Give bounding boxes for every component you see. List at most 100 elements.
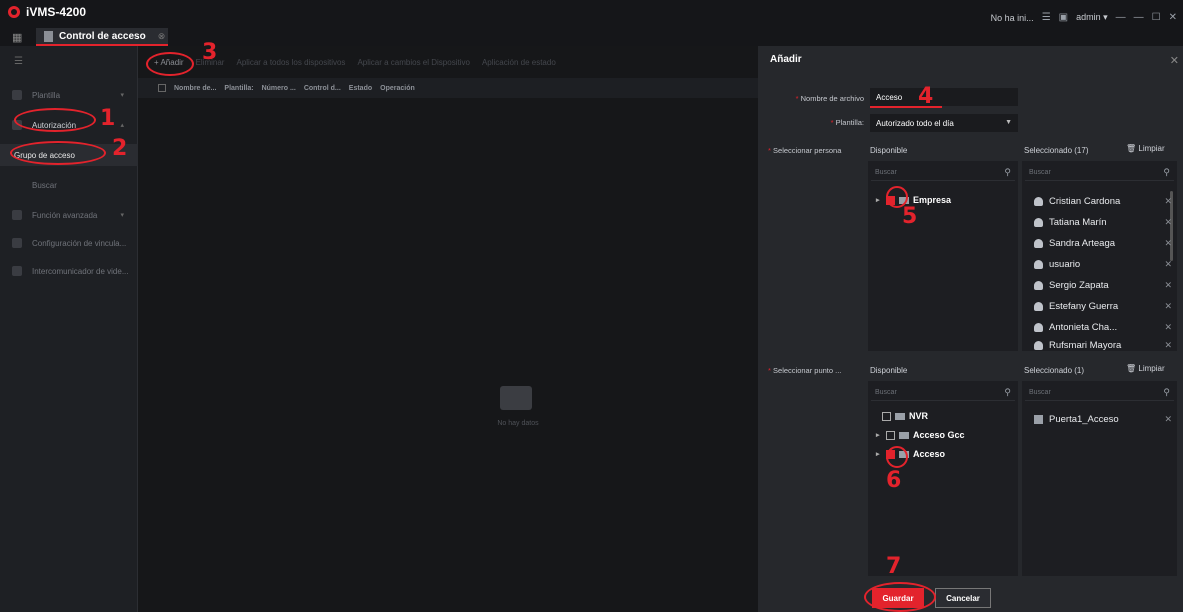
annotation-circle xyxy=(886,446,908,468)
annotation-circle xyxy=(864,582,936,612)
person-icon xyxy=(1034,238,1043,248)
sidebar-item-configuracion[interactable]: Configuración de vincula... xyxy=(0,232,138,254)
tab-close-icon[interactable]: ⊗ xyxy=(158,31,166,42)
annotation-circle xyxy=(10,141,106,165)
chevron-down-icon: ▾ xyxy=(120,92,124,99)
file-name-label: * Nombre de archivo xyxy=(795,94,864,103)
remove-icon[interactable]: ✕ xyxy=(1164,280,1172,291)
template-label: * Plantilla: xyxy=(830,118,864,127)
tab-control-de-acceso[interactable]: Control de acceso ⊗ xyxy=(36,28,168,46)
grid-home-icon[interactable]: ▦ xyxy=(12,31,22,44)
list-item: Rufsmari Mayora ✕ xyxy=(1034,338,1172,352)
remove-icon[interactable]: ✕ xyxy=(1164,259,1172,270)
column-header[interactable]: Control d... xyxy=(304,85,341,92)
column-header[interactable]: Estado xyxy=(349,85,372,92)
remove-icon[interactable]: ✕ xyxy=(1164,322,1172,333)
maximize-icon[interactable]: ☐ xyxy=(1152,12,1161,23)
cloud-notice[interactable]: No ha ini... xyxy=(991,13,1034,23)
close-icon[interactable]: ✕ xyxy=(1170,54,1179,67)
trash-icon: 🗑 xyxy=(1126,144,1137,153)
search-input[interactable]: Buscar ⚲ xyxy=(871,165,1015,181)
tab-bar: ▦ Control de acceso ⊗ xyxy=(0,28,1183,46)
tree-node-nvr[interactable]: NVR xyxy=(882,411,928,421)
window-controls: No ha ini... ☰ ▣ admin ▾ — — ☐ ✕ xyxy=(991,12,1177,23)
checkbox[interactable] xyxy=(886,430,895,440)
table-header: Nombre de... Plantilla: Número ... Contr… xyxy=(138,78,758,98)
apply-all-button[interactable]: Aplicar a todos los dispositivos xyxy=(236,58,345,67)
list-item: Cristian Cardona ✕ xyxy=(1034,191,1172,211)
remove-icon[interactable]: ✕ xyxy=(1164,414,1172,425)
user-menu[interactable]: admin ▾ xyxy=(1076,12,1108,23)
search-input[interactable]: Buscar ⚲ xyxy=(1025,165,1174,181)
chevron-down-icon: ▾ xyxy=(120,212,124,219)
select-point-label: * Seleccionar punto ... xyxy=(768,366,842,375)
document-icon xyxy=(44,30,53,42)
search-icon[interactable]: ⚲ xyxy=(1163,167,1170,178)
lock-icon[interactable]: — xyxy=(1116,12,1126,23)
folder-icon xyxy=(895,412,905,420)
sidebar-item-buscar[interactable]: Buscar xyxy=(0,174,138,196)
tree-node-acceso-gcc[interactable]: ▸ Acceso Gcc xyxy=(876,430,965,440)
title-bar: iVMS-4200 No ha ini... ☰ ▣ admin ▾ — — ☐… xyxy=(0,0,1183,28)
selected-persons-box: Buscar ⚲ Cristian Cardona ✕ Tatiana Marín ✕… xyxy=(1022,161,1177,351)
expand-icon: ▸ xyxy=(876,451,880,458)
remove-icon[interactable]: ✕ xyxy=(1164,340,1172,351)
expand-icon: ▸ xyxy=(876,432,880,439)
list-icon[interactable]: ☰ xyxy=(1042,12,1051,23)
file-name-input[interactable]: Acceso xyxy=(870,88,1018,106)
column-header[interactable]: Operación xyxy=(380,85,415,92)
search-icon[interactable]: ⚲ xyxy=(1004,167,1011,178)
person-icon xyxy=(1034,340,1043,350)
person-icon xyxy=(1034,217,1043,227)
sidebar-item-label: Intercomunicador de vide... xyxy=(32,266,129,276)
apply-status-button[interactable]: Aplicación de estado xyxy=(482,58,556,67)
tab-label: Control de acceso xyxy=(59,30,146,42)
apply-changes-button[interactable]: Aplicar a cambios el Dispositivo xyxy=(357,58,470,67)
sidebar-item-funcion-avanzada[interactable]: Función avanzada ▾ xyxy=(0,204,138,226)
cancel-button[interactable]: Cancelar xyxy=(935,588,991,608)
checkbox[interactable] xyxy=(882,411,891,421)
list-item: Sergio Zapata ✕ xyxy=(1034,275,1172,295)
sidebar-item-plantilla[interactable]: Plantilla ▾ xyxy=(0,84,138,106)
annotation-number: 7 xyxy=(886,554,902,579)
selected-points-box: Buscar ⚲ Puerta1_Acceso ✕ xyxy=(1022,381,1177,576)
sidebar-item-intercomunicador[interactable]: Intercomunicador de vide... xyxy=(0,260,138,282)
list-item: Antonieta Cha... ✕ xyxy=(1034,317,1172,337)
close-window-icon[interactable]: ✕ xyxy=(1169,12,1177,23)
annotation-number: 4 xyxy=(918,84,934,109)
selected-persons-label: Seleccionado (17) xyxy=(1024,146,1089,155)
folder-icon xyxy=(899,431,909,439)
annotation-number: 5 xyxy=(902,204,918,229)
search-input[interactable]: Buscar ⚲ xyxy=(1025,385,1174,401)
panel-title: Añadir xyxy=(770,54,802,65)
column-header[interactable]: Número ... xyxy=(262,85,296,92)
list-item: Sandra Arteaga ✕ xyxy=(1034,233,1172,253)
list-item: Estefany Guerra ✕ xyxy=(1034,296,1172,316)
screen-icon[interactable]: ▣ xyxy=(1059,12,1068,23)
list-item: Tatiana Marín ✕ xyxy=(1034,212,1172,232)
column-header[interactable]: Nombre de... xyxy=(174,85,216,92)
remove-icon[interactable]: ✕ xyxy=(1164,217,1172,228)
annotation-number: 2 xyxy=(112,136,128,161)
intercom-icon xyxy=(12,266,22,276)
person-icon xyxy=(1034,196,1043,206)
person-icon xyxy=(1034,259,1043,269)
clear-points-button[interactable]: 🗑 Limpiar xyxy=(1126,364,1165,373)
clear-persons-button[interactable]: 🗑 Limpiar xyxy=(1126,144,1165,153)
list-item: Puerta1_Acceso ✕ xyxy=(1034,409,1172,429)
expand-icon: ▸ xyxy=(876,197,880,204)
sidebar-item-label: Función avanzada xyxy=(32,210,98,220)
search-input[interactable]: Buscar ⚲ xyxy=(871,385,1015,401)
menu-icon[interactable]: ☰ xyxy=(14,56,23,67)
remove-icon[interactable]: ✕ xyxy=(1164,238,1172,249)
column-header[interactable]: Plantilla: xyxy=(224,85,253,92)
remove-icon[interactable]: ✕ xyxy=(1164,301,1172,312)
template-select[interactable]: Autorizado todo el día ▼ xyxy=(870,114,1018,132)
search-icon[interactable]: ⚲ xyxy=(1163,387,1170,398)
minimize-icon[interactable]: — xyxy=(1134,12,1144,23)
list-item: usuario ✕ xyxy=(1034,254,1172,274)
select-all-checkbox[interactable] xyxy=(158,84,166,92)
remove-icon[interactable]: ✕ xyxy=(1164,196,1172,207)
search-icon[interactable]: ⚲ xyxy=(1004,387,1011,398)
available-label: Disponible xyxy=(870,366,908,375)
